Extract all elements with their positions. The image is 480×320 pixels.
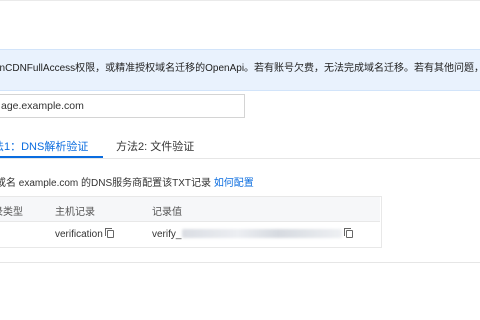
notice-text: unCDNFullAccess权限，或精准授权域名迁移的OpenApi。若有账号… <box>0 63 480 74</box>
active-tab-indicator <box>0 156 103 158</box>
txt-record-table: 录类型 主机记录 记录值 T verification verify_ <box>0 196 382 248</box>
tab-dns-verification[interactable]: 法1：DNS解析验证 <box>0 138 88 154</box>
cell-host-record: verification <box>55 228 114 240</box>
header-record-type: 录类型 <box>0 207 23 218</box>
redacted-value <box>182 229 343 238</box>
domain-input[interactable]: age.example.com <box>0 94 245 118</box>
instruction-text: 或名 example.com 的DNS服务商配置该TXT记录 <box>0 178 214 189</box>
info-notice: unCDNFullAccess权限，或精准授权域名迁移的OpenApi。若有账号… <box>0 49 480 91</box>
header-host-record: 主机记录 <box>55 207 95 218</box>
bottom-divider <box>0 262 480 263</box>
instruction-line: 或名 example.com 的DNS服务商配置该TXT记录 如何配置 <box>0 174 254 189</box>
tabs-divider <box>0 158 480 159</box>
table-header: 录类型 主机记录 记录值 <box>0 197 380 222</box>
copy-icon[interactable] <box>344 228 354 238</box>
record-value-text: verify_ <box>152 229 182 240</box>
host-record-text: verification <box>55 229 103 240</box>
cell-record-value: verify_ <box>152 228 354 240</box>
tab-file-verification[interactable]: 方法2: 文件验证 <box>116 138 194 154</box>
header-record-value: 记录值 <box>152 207 182 218</box>
domain-input-value: age.example.com <box>1 100 84 112</box>
copy-icon[interactable] <box>104 228 114 238</box>
top-divider <box>0 0 480 1</box>
how-to-configure-link[interactable]: 如何配置 <box>214 178 254 189</box>
